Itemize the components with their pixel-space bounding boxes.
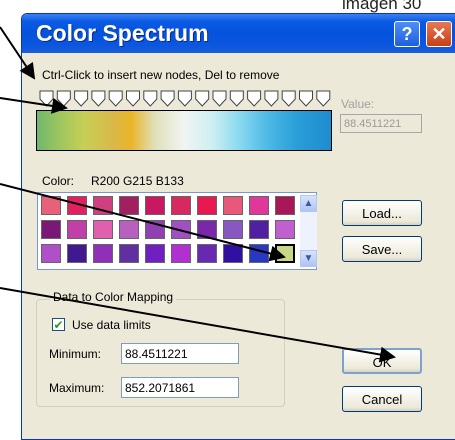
arrow-to-node-bar	[0, 97, 68, 114]
annotation-arrows	[0, 26, 396, 363]
arrow-to-swatch	[0, 183, 286, 262]
arrow-to-ok	[0, 287, 396, 363]
arrow-to-instruction	[0, 26, 36, 80]
